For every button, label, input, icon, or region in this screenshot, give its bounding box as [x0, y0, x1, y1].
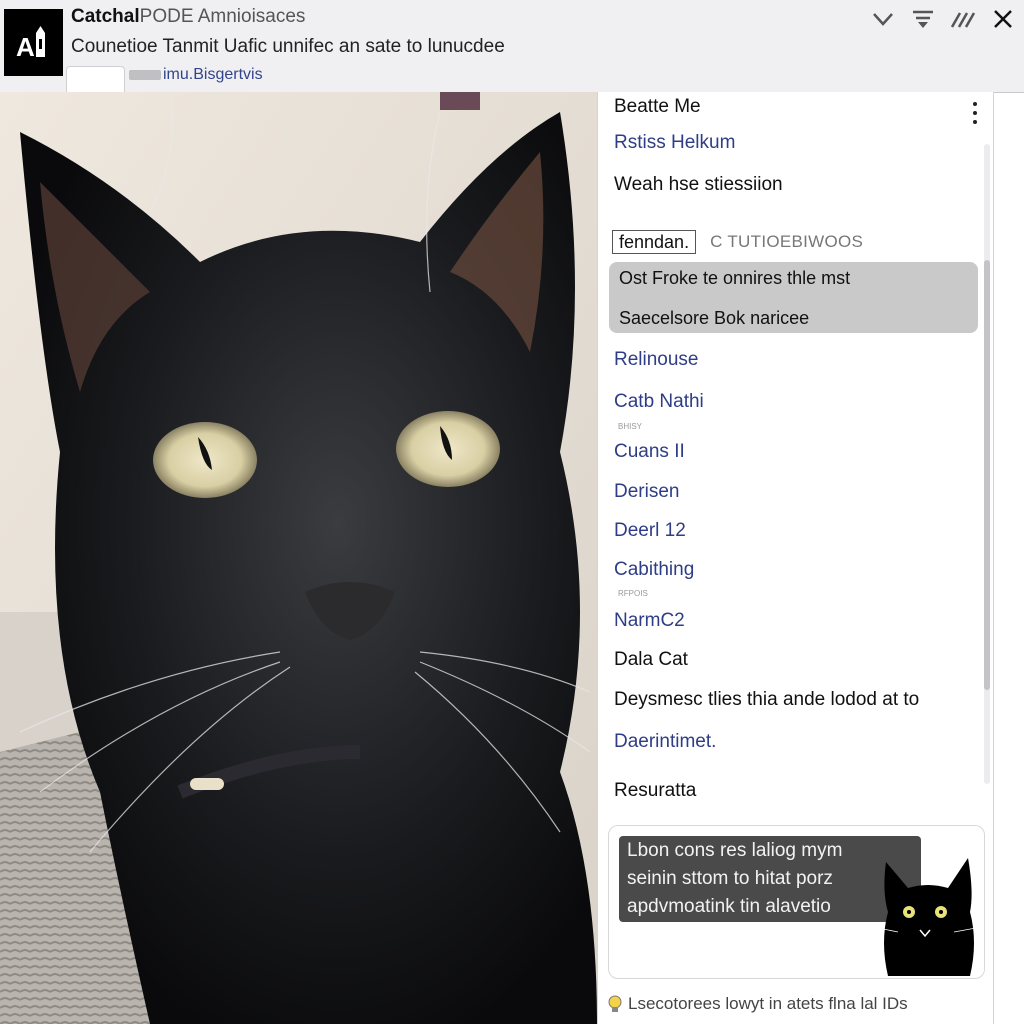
- filter-code: C TUTIOEBIWOOS: [710, 232, 864, 251]
- window-controls: [870, 6, 1016, 32]
- list-item[interactable]: Relinouse: [614, 349, 699, 371]
- tab-blank[interactable]: [66, 66, 125, 93]
- cat-photo: [0, 91, 597, 1024]
- app-title: CatchalPODE Amnioisaces: [71, 6, 305, 28]
- selected-item[interactable]: Ost Froke te onnires thle mst Saecelsore…: [609, 262, 978, 333]
- list-item[interactable]: Cuans II: [614, 441, 685, 463]
- list-item: Dala Cat: [614, 649, 688, 670]
- app-title-bold: Catchal: [71, 6, 140, 27]
- panel-link-item[interactable]: Rstiss Helkum: [614, 132, 735, 154]
- filter-icon[interactable]: [910, 6, 936, 32]
- panel-text-item: Weah hse stiessiion: [614, 174, 783, 195]
- svg-text:A: A: [16, 32, 35, 62]
- message-bubble: Lbon cons res laliog mym seinin sttom to…: [619, 836, 921, 922]
- tab-chip: [129, 70, 161, 80]
- selected-item-line1: Ost Froke te onnires thle mst: [619, 268, 851, 288]
- message-card[interactable]: Lbon cons res laliog mym seinin sttom to…: [608, 825, 985, 979]
- list-item[interactable]: NarmC2: [614, 610, 685, 632]
- app-header: A CatchalPODE Amnioisaces Counetioe Tanm…: [0, 0, 1024, 93]
- wand-icon[interactable]: [950, 6, 976, 32]
- app-subtitle: Counetioe Tanmit Uafic unnifec an sate t…: [71, 36, 505, 57]
- list-item[interactable]: Catb Nathi: [614, 391, 704, 413]
- tab-link-label: imu.Bisgertvis: [163, 66, 263, 83]
- list-item: Deysmesc tlies thia ande lodod at to: [614, 689, 920, 710]
- cat-avatar-icon: [878, 858, 977, 976]
- message-line1: Lbon cons res laliog mym: [627, 840, 843, 861]
- footer-note-text: Lsecotorees lowyt in atets flna lal IDs: [628, 994, 908, 1013]
- lightbulb-icon: [608, 995, 622, 1013]
- tab-link[interactable]: imu.Bisgertvis: [129, 66, 263, 84]
- filter-input[interactable]: fenndan.: [612, 230, 697, 254]
- chevron-down-icon[interactable]: [870, 6, 896, 32]
- list-item[interactable]: Daerintimet.: [614, 731, 716, 753]
- filter-row: fenndan. C TUTIOEBIWOOS: [612, 230, 863, 254]
- panel-title: Beatte Me: [614, 96, 701, 117]
- logo-icon: A: [16, 25, 45, 62]
- close-icon[interactable]: [990, 6, 1016, 32]
- scrollbar-thumb[interactable]: [984, 260, 990, 690]
- list-item[interactable]: Derisen: [614, 481, 679, 503]
- list-item-note: BHISY: [618, 422, 643, 431]
- app-title-rest: PODE Amnioisaces: [139, 6, 306, 27]
- selected-item-line2: Saecelsore Bok naricee: [619, 308, 810, 328]
- list-item: Resuratta: [614, 780, 697, 801]
- list-item[interactable]: Deerl 12: [614, 520, 686, 542]
- app-logo[interactable]: A: [4, 9, 63, 76]
- message-line2: seinin sttom to hitat porz: [627, 868, 833, 889]
- list-item-note: RFPOIS: [618, 589, 648, 598]
- list-item[interactable]: Cabithing: [614, 559, 694, 581]
- message-line3: apdvmoatink tin alavetio: [627, 896, 831, 917]
- cat-photo-illustration: [0, 91, 597, 1024]
- side-panel: Beatte Me Rstiss Helkum Weah hse stiessi…: [597, 92, 994, 1024]
- footer-note: Lsecotorees lowyt in atets flna lal IDs: [608, 994, 908, 1014]
- more-options-icon[interactable]: [971, 102, 979, 124]
